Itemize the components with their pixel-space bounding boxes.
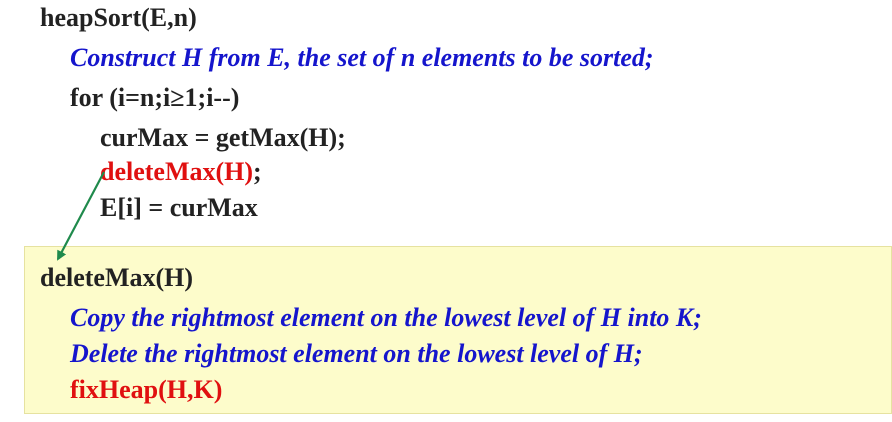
call-arrow-line <box>57 171 105 261</box>
call-arrow <box>57 171 105 261</box>
slide-canvas: heapSort(E,n) Construct H from E, the se… <box>0 0 892 422</box>
